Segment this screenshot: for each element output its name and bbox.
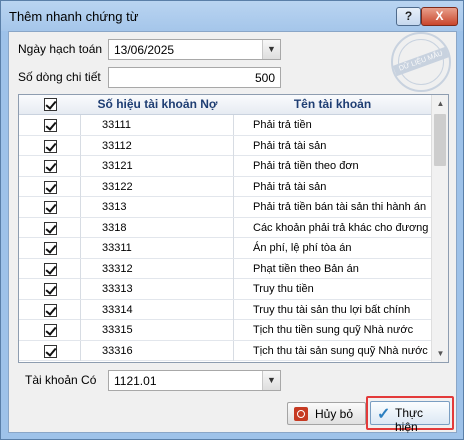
account-code-cell[interactable]: 3318: [81, 217, 234, 238]
vertical-scrollbar[interactable]: ▲ ▼: [431, 95, 448, 362]
chevron-down-icon[interactable]: ▼: [262, 40, 280, 59]
table-row[interactable]: 33315 Tịch thu tiền sung quỹ Nhà nước: [19, 320, 431, 341]
account-name-cell[interactable]: Phải trả tiền bán tài sản thi hành án: [234, 197, 431, 217]
row-checkbox[interactable]: [44, 324, 57, 337]
rows-label: Số dòng chi tiết: [18, 70, 101, 84]
account-name-cell[interactable]: Tịch thu tiền sung quỹ Nhà nước: [234, 320, 431, 340]
row-checkbox[interactable]: [44, 262, 57, 276]
account-grid: Số hiệu tài khoản Nợ Tên tài khoản 33111…: [18, 94, 449, 363]
row-select-cell: [19, 238, 81, 258]
row-checkbox[interactable]: [44, 119, 57, 132]
rows-value: 500: [254, 71, 275, 85]
table-row[interactable]: 33314 Truy thu tài sản thu lợi bất chính: [19, 299, 431, 320]
window-title: Thêm nhanh chứng từ: [9, 9, 139, 24]
account-name-cell[interactable]: Các khoản phải trả khác cho đương: [234, 218, 431, 238]
sample-data-stamp: DỮ LIỆU MẪU: [391, 32, 451, 92]
table-row[interactable]: 33122 Phải trả tài sản: [19, 176, 431, 197]
account-name-cell[interactable]: Phải trả tiền: [234, 115, 431, 135]
scroll-down-icon[interactable]: ▼: [432, 345, 448, 362]
column-header-debit-account[interactable]: Số hiệu tài khoản Nợ: [81, 95, 234, 115]
account-name-cell[interactable]: Phải trả tiền theo đơn: [234, 156, 431, 176]
table-row[interactable]: 3318 Các khoản phải trả khác cho đương: [19, 217, 431, 238]
rows-count-input[interactable]: 500: [108, 67, 281, 88]
account-code-cell[interactable]: 33312: [81, 258, 234, 279]
account-name-cell[interactable]: Tịch thu tài sản sung quỹ Nhà nước: [234, 341, 431, 361]
account-code-cell[interactable]: 33314: [81, 299, 234, 320]
close-button[interactable]: X: [421, 7, 458, 26]
credit-account-select[interactable]: 1121.01 ▼: [108, 370, 281, 391]
table-row[interactable]: 33121 Phải trả tiền theo đơn: [19, 156, 431, 177]
cancel-label: Hủy bỏ: [315, 407, 354, 421]
row-select-cell: [19, 115, 81, 135]
execute-label: Thực hiện: [395, 406, 424, 434]
credit-account-value: 1121.01: [114, 374, 157, 388]
table-row[interactable]: 33111 Phải trả tiền: [19, 115, 431, 136]
account-code-cell[interactable]: 33112: [81, 135, 234, 156]
row-checkbox[interactable]: [44, 180, 57, 194]
row-select-cell: [19, 176, 81, 197]
grid-rows: 33111 Phải trả tiền 33112 Phải trả tài sản 3…: [19, 115, 431, 361]
dialog-window: Thêm nhanh chứng từ ? X Ngày hạch toán 1…: [0, 0, 464, 440]
account-code-cell[interactable]: 33111: [81, 115, 234, 135]
credit-account-label: Tài khoản Có: [25, 373, 97, 387]
select-all-cell: [19, 95, 81, 115]
row-select-cell: [19, 299, 81, 320]
account-name-cell[interactable]: Phải trả tài sản: [234, 136, 431, 156]
checkmark-icon: ✓: [377, 406, 391, 423]
row-select-cell: [19, 135, 81, 156]
row-checkbox[interactable]: [44, 221, 57, 235]
row-checkbox[interactable]: [44, 242, 57, 255]
title-bar[interactable]: Thêm nhanh chứng từ ? X: [1, 1, 463, 31]
help-button[interactable]: ?: [396, 7, 421, 26]
date-picker[interactable]: 13/06/2025 ▼: [108, 39, 281, 60]
account-code-cell[interactable]: 3313: [81, 197, 234, 217]
row-checkbox[interactable]: [44, 201, 57, 214]
date-label: Ngày hạch toán: [18, 42, 103, 56]
account-code-cell[interactable]: 33122: [81, 176, 234, 197]
account-code-cell[interactable]: 33316: [81, 340, 234, 361]
chevron-down-icon[interactable]: ▼: [262, 371, 280, 390]
scroll-thumb[interactable]: [434, 114, 446, 166]
row-checkbox[interactable]: [44, 303, 57, 317]
account-name-cell[interactable]: Phạt tiền theo Bản án: [234, 259, 431, 279]
date-value: 13/06/2025: [114, 43, 175, 57]
row-select-cell: [19, 217, 81, 238]
row-select-cell: [19, 258, 81, 279]
account-name-cell[interactable]: Phải trả tài sản: [234, 177, 431, 197]
table-row[interactable]: 33312 Phạt tiền theo Bản án: [19, 258, 431, 279]
account-name-cell[interactable]: Án phí, lệ phí tòa án: [234, 238, 431, 258]
grid-header: Số hiệu tài khoản Nợ Tên tài khoản: [19, 95, 431, 115]
row-select-cell: [19, 320, 81, 340]
scroll-up-icon[interactable]: ▲: [432, 95, 448, 112]
power-icon: [294, 407, 308, 421]
table-row[interactable]: 33313 Truy thu tiền: [19, 279, 431, 300]
dialog-body: Ngày hạch toán 13/06/2025 ▼ Số dòng chi …: [8, 31, 457, 434]
row-checkbox[interactable]: [44, 283, 57, 296]
select-all-checkbox[interactable]: [44, 98, 57, 111]
table-row[interactable]: 3313 Phải trả tiền bán tài sản thi hành á…: [19, 197, 431, 218]
account-code-cell[interactable]: 33315: [81, 320, 234, 340]
row-select-cell: [19, 197, 81, 217]
account-code-cell[interactable]: 33121: [81, 156, 234, 176]
row-select-cell: [19, 279, 81, 299]
row-checkbox[interactable]: [44, 139, 57, 153]
row-select-cell: [19, 340, 81, 361]
account-name-cell[interactable]: Truy thu tài sản thu lợi bất chính: [234, 300, 431, 320]
account-code-cell[interactable]: 33313: [81, 279, 234, 299]
account-code-cell[interactable]: 33311: [81, 238, 234, 258]
table-row[interactable]: 33311 Án phí, lệ phí tòa án: [19, 238, 431, 259]
row-select-cell: [19, 156, 81, 176]
row-checkbox[interactable]: [44, 344, 57, 358]
table-row[interactable]: 33112 Phải trả tài sản: [19, 135, 431, 156]
account-name-cell[interactable]: Truy thu tiền: [234, 279, 431, 299]
table-row[interactable]: 33316 Tịch thu tài sản sung quỹ Nhà nước: [19, 340, 431, 361]
cancel-button[interactable]: Hủy bỏ: [287, 402, 366, 425]
execute-button[interactable]: ✓ Thực hiện: [370, 401, 450, 434]
row-checkbox[interactable]: [44, 160, 57, 173]
column-header-account-name[interactable]: Tên tài khoản: [234, 95, 431, 115]
